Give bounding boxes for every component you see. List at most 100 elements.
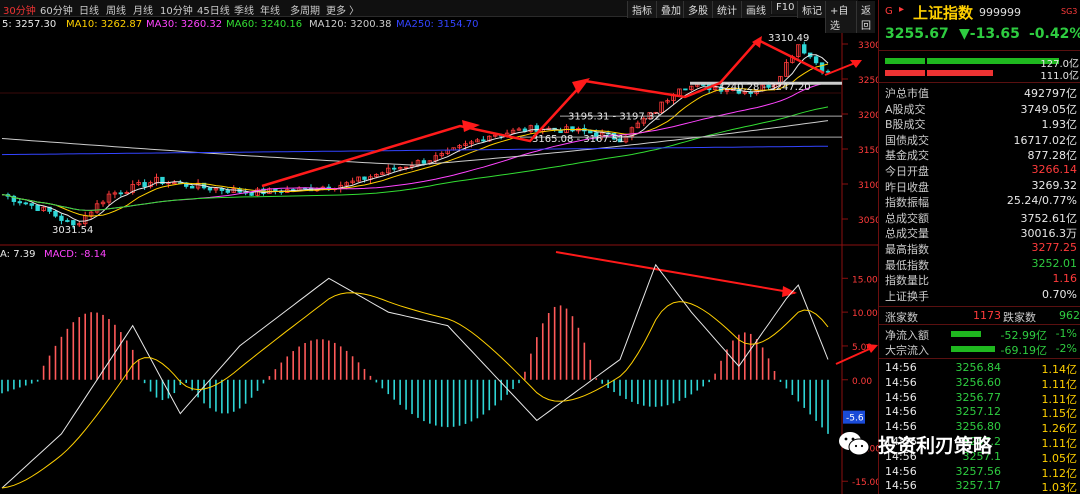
ma5-line [1,54,829,222]
range-annotation: 3195.31 - 3197.32 [568,111,661,122]
price-axis-label: 3200 [858,111,878,121]
stat-value: 0.70% [1042,287,1077,301]
tick-volume: 1.12亿 [1041,466,1078,480]
candle-body [813,56,819,64]
panel-arrow-icon[interactable]: ▸ [899,4,904,15]
stat-value: 3752.61亿 [1020,211,1078,225]
sell-bar-b [927,70,993,76]
ma-legend-item: MA10: 3262.87 [66,19,143,30]
watermark-text: 投资利刃策略 [878,434,993,457]
high-annotation: 3310.49 [768,33,809,44]
candle-body [362,176,367,180]
period-tab[interactable]: 季线 [234,2,254,17]
wechat-icon [839,432,870,456]
candle-body [29,203,34,206]
period-tab[interactable]: 10分钟 [160,2,193,17]
sell-bar-a [885,70,925,76]
candle-body [53,210,58,217]
tick-time: 14:56 [885,479,917,493]
index-name: 上证指数 [913,4,974,22]
price-axis-label: 3050 [858,216,878,226]
trend-arrow [261,38,825,188]
tick-volume: 1.03亿 [1041,481,1078,494]
period-tab[interactable]: 30分钟 [3,2,36,17]
tick-price: 3257.17 [955,479,1002,493]
kline-chart[interactable]: 33003250320031503100305015.0010.005.000.… [0,0,878,494]
toolbar-button[interactable]: 指标 [627,1,656,18]
period-tab[interactable]: 45日线 [197,2,230,17]
candle-body [207,187,213,191]
flow-pct: -2% [1055,342,1077,355]
toolbar-button[interactable]: 返回 [856,1,875,33]
toolbar-button[interactable]: +自选 [825,1,858,33]
price-axis-label: 3300 [858,41,878,51]
toolbar-button[interactable]: F10 [771,1,799,14]
candles [5,41,831,229]
quote-panel: G ▸ 上证指数 999999 SG3 3255.67 ▼-13.65 -0.4… [878,0,1080,494]
period-tab[interactable]: 年线 [260,2,280,17]
candle-body [118,192,124,195]
stat-value: 492797亿 [1024,87,1077,100]
macd-dif-label: A: 7.39 [0,249,36,260]
tick-volume: 1.11亿 [1041,392,1078,406]
ma120-line [1,120,829,166]
stat-label: 昨日收盘 [885,180,929,194]
stat-label: 最高指数 [885,243,929,256]
stat-value: 877.28亿 [1027,149,1078,163]
price-axis-label: 3100 [858,181,878,191]
price-axis-label: 3250 [858,76,878,86]
period-tab[interactable]: 多周期 [290,2,320,17]
up-count-label: 涨家数 [885,311,918,324]
candle-body [17,201,23,204]
candle-body [588,130,593,134]
toolbar-button[interactable]: 多股 [683,1,712,18]
period-tab[interactable]: 60分钟 [40,2,73,17]
macd-dea-line [1,292,829,489]
period-tab[interactable]: 更多 〉 [326,2,359,17]
stat-label: 总成交额 [885,211,929,225]
up-count: 1173 [973,309,1001,322]
price-axis-label: 3150 [858,146,878,156]
period-tab[interactable]: 月线 [133,2,153,17]
tick-time: 14:56 [885,375,917,389]
macd-dif-line [1,263,829,489]
stat-label: 沪总市值 [885,87,929,100]
period-tab[interactable]: 周线 [106,2,126,17]
ma-legend-item: MA30: 3260.32 [146,19,223,30]
tick-price: 3257.12 [955,405,1002,419]
ma-legend-item: MA60: 3240.16 [226,19,303,30]
stat-value: 3749.05亿 [1020,102,1078,116]
candle-body [225,190,231,193]
period-toolbar: 30分钟 60分钟 日线 周线 月线 10分钟 45日线 季线 年线 多周期 更多 〉 指标 叠加 多股统… [0,0,875,33]
candle-body [142,182,147,188]
flow-bar [951,331,981,337]
index-code: 999999 [979,6,1021,19]
toolbar-button[interactable]: 画线 [741,1,770,18]
down-count-label: 跌家数 [1003,311,1036,324]
stat-value: 3266.14 [1031,163,1078,176]
macd-value-label: MACD: -8.14 [44,249,107,260]
panel-tag: G [885,6,893,17]
stat-value: 30016.3万 [1020,227,1078,241]
sg-badge: SG3 [1061,7,1078,16]
stock-terminal: { "period_tabs":["30分钟","60分钟","日线","周线"… [0,0,1080,494]
toolbar-button[interactable]: 叠加 [656,1,685,18]
stat-value: 1.16 [1052,272,1078,286]
macd-axis-label: 15.00 [852,275,878,285]
toolbar-button[interactable]: 统计 [712,1,741,18]
ma-legend-item: 5: 3257.30 [2,19,57,30]
candle-body [819,62,825,72]
current-price: 3255.67 [885,26,949,42]
range-annotation: 3165.08 - 3167.51 [532,134,625,145]
tick-volume: 1.15亿 [1041,407,1078,421]
down-count: 962 [1059,309,1080,322]
period-tab[interactable]: 日线 [79,2,99,17]
buy-bar-a [885,58,925,64]
flow-value: -52.99亿 [1000,329,1047,342]
toolbar-button[interactable]: 标记 [797,1,826,18]
ma-legend-item: MA250: 3154.70 [396,19,479,30]
current-macd-tag-label: -5.6 [846,414,864,424]
candle-body [570,126,575,132]
tick-price: 3257.56 [955,464,1002,478]
watermark: 投资利刃策略 [838,424,1080,464]
